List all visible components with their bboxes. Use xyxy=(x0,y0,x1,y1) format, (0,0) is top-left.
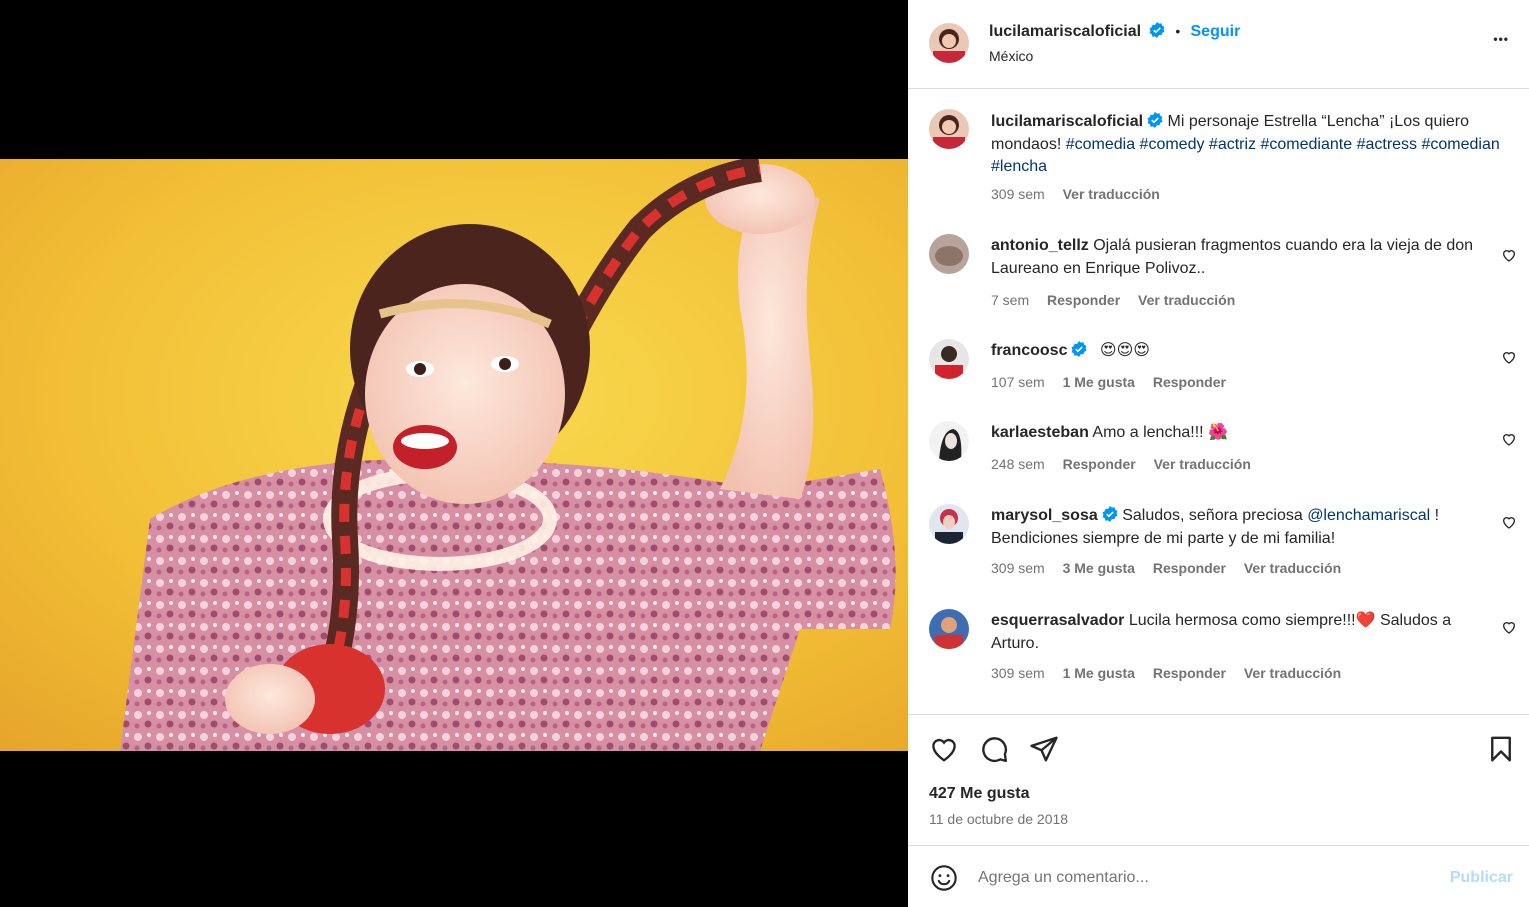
commenter-avatar[interactable] xyxy=(929,609,969,649)
comment-text: marysol_sosa Saludos, señora preciosa @l… xyxy=(991,505,1491,550)
translate-link[interactable]: Ver traducción xyxy=(1154,456,1251,472)
commenter-username[interactable]: esquerrasalvador xyxy=(991,612,1124,629)
comment-time[interactable]: 248 sem xyxy=(991,456,1045,472)
caption-avatar[interactable] xyxy=(929,109,969,149)
likes-count[interactable]: 3 Me gusta xyxy=(1063,560,1135,576)
translate-link[interactable]: Ver traducción xyxy=(1244,560,1341,576)
reply-button[interactable]: Responder xyxy=(1063,456,1136,472)
share-icon[interactable] xyxy=(1029,734,1059,764)
verified-badge-icon xyxy=(1147,112,1163,128)
like-icon[interactable] xyxy=(929,734,959,764)
comment-time[interactable]: 309 sem xyxy=(991,560,1045,576)
comment-like-icon[interactable] xyxy=(1501,431,1517,447)
follow-button[interactable]: Seguir xyxy=(1191,23,1241,40)
post-actions: 427 Me gusta 11 de octubre de 2018 xyxy=(908,714,1529,845)
comment-text: esquerrasalvador Lucila hermosa como sie… xyxy=(991,610,1491,655)
caption-username[interactable]: lucilamariscaloficial xyxy=(991,113,1143,130)
likes-count[interactable]: 1 Me gusta xyxy=(1063,374,1135,390)
likes-count[interactable]: 1 Me gusta xyxy=(1063,665,1135,681)
verified-badge-icon xyxy=(1072,341,1087,357)
comment-like-icon[interactable] xyxy=(1501,514,1517,530)
hashtag-link[interactable]: #actress xyxy=(1357,136,1417,153)
post-viewer: lucilamariscaloficial • Seguir México ••… xyxy=(0,0,1529,907)
hashtag-link[interactable]: #comedy xyxy=(1140,136,1205,153)
comment-like-icon[interactable] xyxy=(1501,349,1517,365)
caption-translate-link[interactable]: Ver traducción xyxy=(1063,186,1160,202)
caption-meta: 309 sem Ver traducción xyxy=(991,186,1174,202)
caption-text: lucilamariscaloficial Mi personaje Estre… xyxy=(991,111,1501,179)
verified-badge-icon xyxy=(1149,22,1165,38)
comment-time[interactable]: 7 sem xyxy=(991,292,1029,308)
translate-link[interactable]: Ver traducción xyxy=(1138,292,1235,308)
post-date[interactable]: 11 de octubre de 2018 xyxy=(929,811,1068,827)
commenter-avatar[interactable] xyxy=(929,504,969,544)
caption-time[interactable]: 309 sem xyxy=(991,186,1045,202)
commenter-username[interactable]: marysol_sosa xyxy=(991,507,1098,524)
comment-like-icon[interactable] xyxy=(1501,619,1517,635)
comment-meta: 248 sem Responder Ver traducción xyxy=(991,456,1265,472)
hashtag-link[interactable]: #comediante xyxy=(1261,136,1353,153)
hashtag-link[interactable]: #comedian xyxy=(1422,136,1500,153)
comment-icon[interactable] xyxy=(979,734,1009,764)
mention-link[interactable]: @lenchamariscal xyxy=(1307,507,1430,524)
author-avatar[interactable] xyxy=(929,23,969,63)
comment-meta: 309 sem 1 Me gusta Responder Ver traducc… xyxy=(991,665,1355,681)
commenter-username[interactable]: karlaesteban xyxy=(991,424,1089,441)
reply-button[interactable]: Responder xyxy=(1153,665,1226,681)
reply-button[interactable]: Responder xyxy=(1047,292,1120,308)
comment-input[interactable] xyxy=(978,866,1428,890)
commenter-avatar[interactable] xyxy=(929,421,969,461)
comment-time[interactable]: 309 sem xyxy=(991,665,1045,681)
comment-meta: 309 sem 3 Me gusta Responder Ver traducc… xyxy=(991,560,1355,576)
author-username[interactable]: lucilamariscaloficial xyxy=(989,23,1141,40)
post-details-panel: lucilamariscaloficial • Seguir México ••… xyxy=(908,0,1529,907)
post-image-illustration xyxy=(0,159,908,751)
likes-total[interactable]: 427 Me gusta xyxy=(929,785,1029,803)
commenter-username[interactable]: antonio_tellz xyxy=(991,237,1089,254)
reply-button[interactable]: Responder xyxy=(1153,374,1226,390)
verified-badge-icon xyxy=(1102,506,1118,522)
media-area xyxy=(0,0,908,907)
commenter-avatar[interactable] xyxy=(929,234,969,274)
hashtag-link[interactable]: #actriz xyxy=(1209,136,1256,153)
translate-link[interactable]: Ver traducción xyxy=(1244,665,1341,681)
publish-button[interactable]: Publicar xyxy=(1450,869,1513,887)
separator-dot: • xyxy=(1175,23,1181,39)
comment-text: antonio_tellz Ojalá pusieran fragmentos … xyxy=(991,235,1491,280)
comment-time[interactable]: 107 sem xyxy=(991,374,1045,390)
comment-body: Saludos, señora preciosa xyxy=(1122,507,1308,524)
add-comment-bar: Publicar xyxy=(908,845,1529,907)
hashtag-link[interactable]: #lencha xyxy=(991,158,1047,175)
save-icon[interactable] xyxy=(1486,734,1516,764)
comment-body: Amo a lencha!!! 🌺 xyxy=(1092,424,1228,441)
post-photo[interactable] xyxy=(0,159,908,751)
comment-text: karlaesteban Amo a lencha!!! 🌺 xyxy=(991,422,1491,445)
post-location[interactable]: México xyxy=(989,48,1033,64)
comment-meta: 107 sem 1 Me gusta Responder xyxy=(991,374,1240,390)
comment-like-icon[interactable] xyxy=(1501,247,1517,263)
commenter-username[interactable]: francoosc xyxy=(991,342,1067,359)
comment-text: francoosc 😍😍😍 xyxy=(991,340,1491,363)
post-header: lucilamariscaloficial • Seguir México ••… xyxy=(908,0,1529,89)
comments-list: lucilamariscaloficial Mi personaje Estre… xyxy=(908,90,1529,714)
comment-meta: 7 sem Responder Ver traducción xyxy=(991,292,1249,308)
emoji-icon[interactable] xyxy=(930,864,958,892)
comment-body: 😍😍😍 xyxy=(1099,342,1150,359)
reply-button[interactable]: Responder xyxy=(1153,560,1226,576)
more-options-icon[interactable]: ••• xyxy=(1493,32,1509,46)
commenter-avatar[interactable] xyxy=(929,339,969,379)
hashtag-link[interactable]: #comedia xyxy=(1066,136,1135,153)
